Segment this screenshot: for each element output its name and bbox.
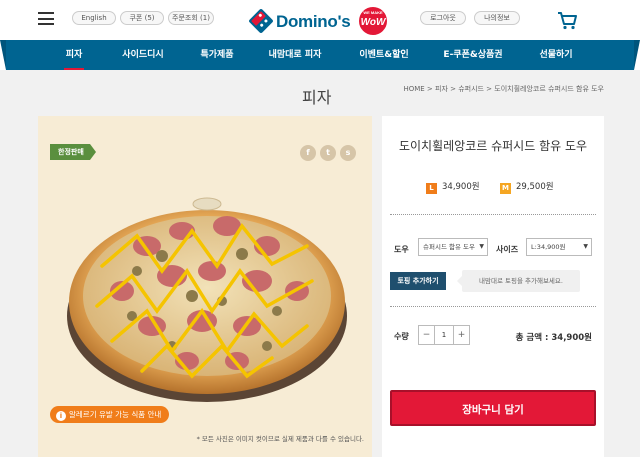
quantity-increase-button[interactable]: + bbox=[453, 326, 469, 344]
quantity-label: 수량 bbox=[394, 332, 409, 341]
allergy-info-button[interactable]: i 알레르기 유발 가능 식품 안내 bbox=[50, 406, 170, 423]
nav-item-custom-pizza[interactable]: 내맘대로 피자 bbox=[255, 40, 335, 70]
divider bbox=[390, 306, 596, 307]
dough-label: 도우 bbox=[394, 245, 409, 254]
price-medium: M 29,500원 bbox=[500, 180, 554, 194]
nav-item-pizza[interactable]: 피자 bbox=[50, 40, 98, 70]
language-button[interactable]: English bbox=[72, 11, 116, 25]
nav-item-ecoupon[interactable]: E-쿠폰&상품권 bbox=[430, 40, 516, 70]
coupon-button[interactable]: 쿠폰 (5) bbox=[120, 11, 164, 25]
size-l-tag: L bbox=[426, 183, 437, 194]
product-name: 도이치휠레앙코르 슈퍼시드 함유 도우 bbox=[398, 139, 588, 153]
image-disclaimer: * 모든 사진은 이미지 컷이므로 실제 제품과 다를 수 있습니다. bbox=[196, 435, 364, 443]
info-icon: i bbox=[56, 411, 66, 421]
topping-tooltip: 내맘대로 토핑을 추가해보세요. bbox=[457, 270, 580, 292]
allergy-info-label: 알레르기 유발 가능 식품 안내 bbox=[69, 410, 162, 419]
size-select-value: L:34,900원 bbox=[531, 243, 566, 251]
nav-item-side-dish[interactable]: 사이드디시 bbox=[108, 40, 178, 70]
quantity-decrease-button[interactable]: − bbox=[419, 326, 435, 344]
price-large: L 34,900원 bbox=[426, 180, 480, 194]
shopping-cart-icon[interactable] bbox=[556, 9, 578, 31]
quantity-input[interactable]: 1 bbox=[435, 326, 453, 344]
size-m-tag: M bbox=[500, 183, 511, 194]
page-title: 피자 bbox=[302, 88, 332, 107]
dough-select[interactable]: 슈퍼시드 함유 도우 ▼ bbox=[418, 238, 488, 256]
pizza-image bbox=[67, 197, 347, 402]
hamburger-menu-icon[interactable] bbox=[38, 12, 54, 25]
dominos-logo[interactable]: Domino's WE MAKE WoW bbox=[248, 6, 392, 36]
facebook-icon[interactable]: f bbox=[300, 145, 316, 161]
logout-button[interactable]: 로그아웃 bbox=[420, 11, 466, 25]
product-image-panel: 한정판매 f t s i 알레르기 유발 가능 식품 안내 * 모든 사진은 이미… bbox=[38, 116, 372, 457]
nav-item-gift[interactable]: 선물하기 bbox=[524, 40, 588, 70]
wow-badge: WE MAKE WoW bbox=[358, 6, 388, 36]
dough-select-value: 슈퍼시드 함유 도우 bbox=[423, 243, 475, 251]
price-large-value: 34,900원 bbox=[442, 182, 480, 192]
breadcrumb[interactable]: HOME > 피자 > 슈퍼시드 > 도이치휠레앙코르 슈퍼시드 함유 도우 bbox=[403, 84, 604, 94]
divider bbox=[390, 214, 596, 215]
top-header: English 쿠폰 (5) 주문조회 (1) Domino's WE MAKE… bbox=[0, 0, 640, 40]
wow-badge-text: WoW bbox=[360, 17, 386, 28]
my-info-button[interactable]: 나의정보 bbox=[474, 11, 520, 25]
size-label: 사이즈 bbox=[496, 245, 519, 254]
wow-badge-small: WE MAKE bbox=[363, 10, 383, 15]
product-info-panel: 도이치휠레앙코르 슈퍼시드 함유 도우 L 34,900원 M 29,500원 도우… bbox=[382, 116, 604, 457]
nav-item-special-offer[interactable]: 특가제품 bbox=[186, 40, 248, 70]
twitter-icon[interactable]: t bbox=[320, 145, 336, 161]
size-select[interactable]: L:34,900원 ▼ bbox=[526, 238, 592, 256]
limited-edition-badge: 한정판매 bbox=[50, 144, 96, 160]
chevron-down-icon: ▼ bbox=[583, 243, 588, 250]
price-medium-value: 29,500원 bbox=[516, 182, 554, 192]
nav-item-events[interactable]: 이벤트&할인 bbox=[345, 40, 423, 70]
order-lookup-button[interactable]: 주문조회 (1) bbox=[168, 11, 214, 25]
kakaostory-icon[interactable]: s bbox=[340, 145, 356, 161]
chevron-down-icon: ▼ bbox=[479, 243, 484, 250]
domino-tile-icon bbox=[248, 8, 274, 34]
add-to-cart-button[interactable]: 장바구니 담기 bbox=[390, 390, 596, 426]
quantity-stepper: − 1 + bbox=[418, 325, 470, 345]
add-topping-button[interactable]: 토핑 추가하기 bbox=[390, 272, 446, 290]
main-nav: 피자 사이드디시 특가제품 내맘대로 피자 이벤트&할인 E-쿠폰&상품권 선물… bbox=[0, 40, 640, 70]
logo-wordmark: Domino's bbox=[276, 12, 351, 31]
total-price: 총 금액 : 34,900원 bbox=[515, 333, 592, 343]
